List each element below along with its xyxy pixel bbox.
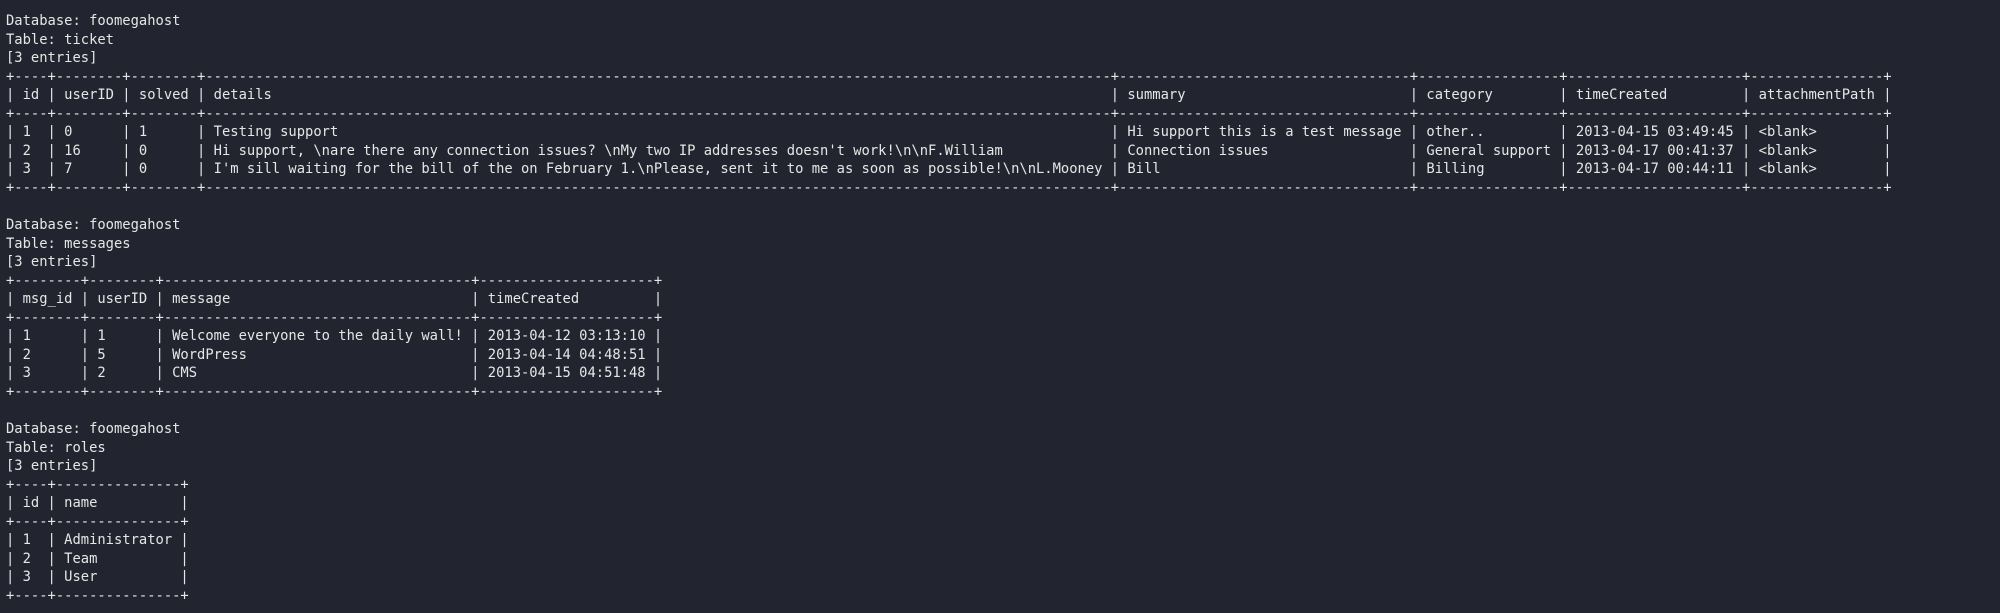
table-border: +----+--------+--------+----------------… bbox=[6, 179, 1892, 196]
database-label: Database: foomegahost bbox=[6, 13, 181, 29]
table-row: | 3 | 2 | CMS | 2013-04-15 04:51:48 | bbox=[6, 365, 663, 382]
table-border: +--------+--------+---------------------… bbox=[6, 309, 663, 326]
terminal-output: Database: foomegahost Table: ticket [3 ent… bbox=[0, 0, 2000, 613]
table-header-row: | id | userID | solved | details | summa… bbox=[6, 87, 1892, 104]
table-border: +----+---------------+ bbox=[6, 513, 189, 530]
table-row: | 2 | 16 | 0 | Hi support, \nare there a… bbox=[6, 142, 1892, 159]
table-row: | 2 | Team | bbox=[6, 550, 189, 567]
table-label: Table: messages bbox=[6, 235, 131, 252]
table-border: +--------+--------+---------------------… bbox=[6, 383, 663, 400]
database-label: Database: foomegahost bbox=[6, 217, 181, 234]
table-border: +----+--------+--------+----------------… bbox=[6, 68, 1892, 85]
table-row: | 1 | Administrator | bbox=[6, 532, 189, 549]
table-border: +----+---------------+ bbox=[6, 587, 189, 604]
table-border: +----+---------------+ bbox=[6, 476, 189, 493]
table-row: | 3 | 7 | 0 | I'm sill waiting for the b… bbox=[6, 161, 1892, 178]
entries-count: [3 entries] bbox=[6, 458, 98, 475]
table-row: | 1 | 1 | Welcome everyone to the daily … bbox=[6, 328, 663, 345]
table-header-row: | msg_id | userID | message | timeCreate… bbox=[6, 291, 663, 308]
table-row: | 2 | 5 | WordPress | 2013-04-14 04:48:5… bbox=[6, 346, 663, 363]
database-label: Database: foomegahost bbox=[6, 421, 181, 438]
table-row: | 3 | User | bbox=[6, 569, 189, 586]
table-label: Table: ticket bbox=[6, 31, 114, 48]
table-header-row: | id | name | bbox=[6, 495, 189, 512]
table-border: +----+--------+--------+----------------… bbox=[6, 105, 1892, 122]
table-border: +--------+--------+---------------------… bbox=[6, 272, 663, 289]
table-label: Table: roles bbox=[6, 439, 106, 456]
entries-count: [3 entries] bbox=[6, 50, 98, 67]
entries-count: [3 entries] bbox=[6, 254, 98, 271]
table-row: | 1 | 0 | 1 | Testing support | Hi suppo… bbox=[6, 124, 1892, 141]
